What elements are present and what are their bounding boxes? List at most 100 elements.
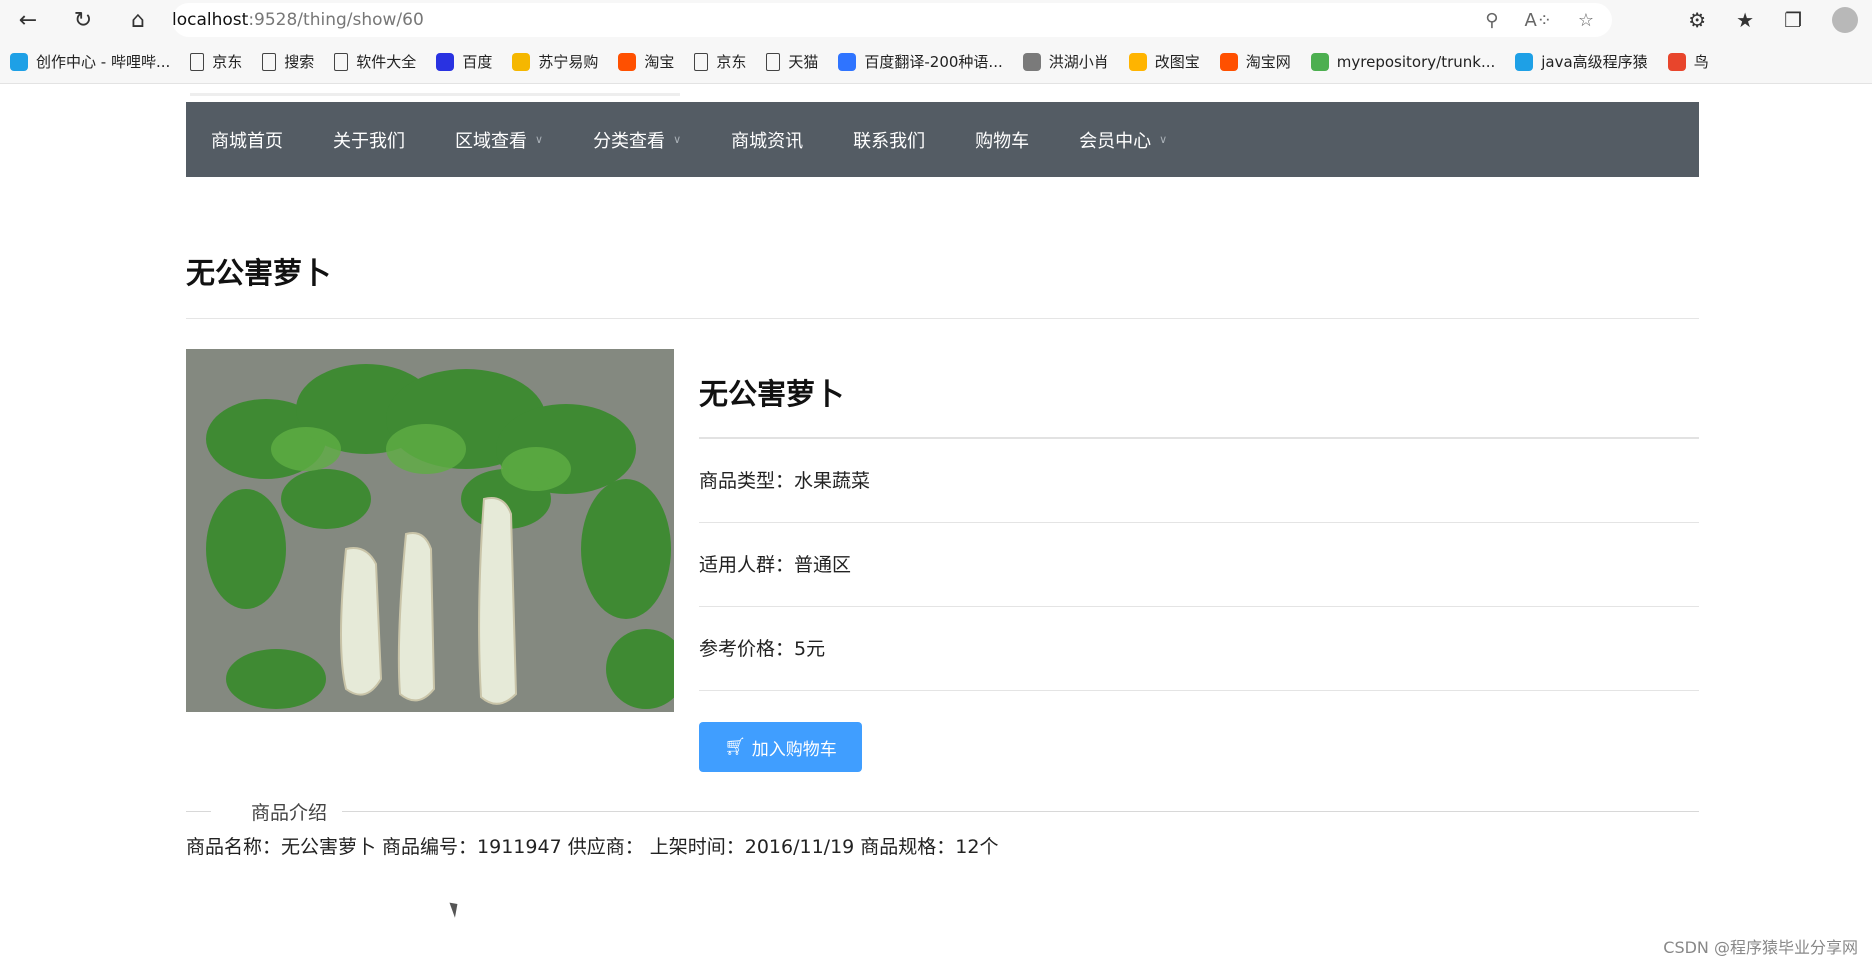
chevron-down-icon: ∨ [673, 133, 682, 146]
product-info-panel: 无公害萝卜 商品类型：水果蔬菜 适用人群：普通区 参考价格：5元 [699, 349, 1699, 691]
bookmark-label: 洪湖小肖 [1048, 53, 1109, 71]
nav-item[interactable]: 联系我们 [828, 102, 950, 177]
bookmark-item[interactable]: 搜索 [262, 51, 314, 72]
nav-item[interactable]: 分类查看 ∨ [568, 102, 706, 177]
product-image [186, 349, 674, 712]
file-icon [334, 52, 349, 71]
bookmark-label: 天猫 [788, 53, 819, 71]
bookmark-item[interactable]: 淘宝网 [1219, 51, 1291, 72]
nav-item[interactable]: 关于我们 [308, 102, 430, 177]
page-content: 商城首页 关于我们 区域查看 ∨ 分类查看 ∨ 商城资讯 联系我们 购物车 会员中心 ∨ 无公害萝卜 [0, 85, 1872, 964]
file-icon [694, 52, 709, 71]
bookmarks-bar: 创作中心 - 哔哩哔... 京东 搜索 软件大全 百度 苏宁易购 淘宝 京东 天猫 百度翻译-20… [0, 40, 1872, 84]
favorites-icon[interactable]: ★ [1736, 8, 1754, 32]
top-divider [190, 93, 680, 96]
bookmark-item[interactable]: 百度 [436, 51, 492, 72]
bookmark-label: 软件大全 [356, 53, 417, 71]
add-to-cart-label: 加入购物车 [751, 739, 837, 760]
bookmark-item[interactable]: 京东 [694, 51, 746, 72]
gaitubao-icon [1128, 52, 1147, 71]
product-price: 参考价格：5元 [699, 607, 1699, 691]
bookmark-label: 百度 [462, 53, 493, 71]
bookmark-label: 京东 [212, 53, 243, 71]
key-icon[interactable]: ⚲ [1485, 10, 1498, 31]
url-path: :9528/thing/show/60 [248, 10, 424, 30]
bookmark-item[interactable]: 改图宝 [1128, 51, 1200, 72]
bilibili-icon [10, 52, 28, 71]
bird-red-icon [1667, 52, 1686, 71]
browser-toolbar: ← ↻ ⌂ ⓘ localhost:9528/thing/show/60 ⚲ A… [0, 0, 1872, 287]
bookmark-item[interactable]: 京东 [190, 51, 242, 72]
nav-item-label: 会员中心 [1079, 130, 1152, 152]
url-host: localhost [172, 10, 249, 30]
cart-icon: 🛒︎ [724, 737, 746, 757]
product-type: 商品类型：水果蔬菜 [699, 439, 1699, 523]
bookmark-label: myrepository/trunk... [1336, 52, 1496, 71]
bookmark-label: 鸟 [1693, 53, 1709, 71]
section-divider: 商品介绍 [186, 798, 1699, 825]
product-description: 商品名称：无公害萝卜 商品编号：1911947 供应商： 上架时间：2016/1… [186, 836, 999, 858]
nav-item[interactable]: 商城资讯 [706, 102, 828, 177]
watermark: CSDN @程序猿毕业分享网 [1663, 938, 1858, 957]
favorite-add-icon[interactable]: ☆ [1578, 10, 1594, 31]
back-icon[interactable]: ← [8, 0, 48, 40]
address-bar[interactable]: ⓘ localhost:9528/thing/show/60 ⚲ A⁘ ☆ [172, 3, 1612, 287]
taobao-icon [1219, 52, 1238, 71]
bookmark-item[interactable]: 苏宁易购 [512, 51, 598, 72]
profile-avatar[interactable] [1832, 7, 1858, 33]
suning-icon [512, 52, 531, 71]
bookmark-item[interactable]: java高级程序猿 [1515, 51, 1648, 72]
title-divider [186, 318, 1699, 319]
bookmark-item[interactable]: 百度翻译-200种语... [838, 51, 1003, 72]
bookmark-item[interactable]: 软件大全 [334, 51, 416, 72]
bird-icon [1022, 52, 1041, 71]
bookmark-label: java高级程序猿 [1541, 53, 1648, 71]
main-nav: 商城首页 关于我们 区域查看 ∨ 分类查看 ∨ 商城资讯 联系我们 购物车 会员中心 ∨ [186, 102, 1699, 177]
file-icon [766, 52, 781, 71]
toolbar-right: ⚙ ★ ❐ [1688, 0, 1872, 40]
bookmark-item[interactable]: 鸟 [1667, 51, 1709, 72]
bookmark-label: 搜索 [284, 53, 315, 71]
nav-item-label: 分类查看 [593, 130, 666, 152]
nav-item-label: 区域查看 [455, 130, 527, 152]
file-icon [262, 52, 277, 71]
radish-illustration [186, 349, 674, 712]
home-icon[interactable]: ⌂ [118, 0, 158, 40]
bookmark-label: 苏宁易购 [538, 53, 599, 71]
product-name: 无公害萝卜 [699, 349, 1699, 439]
bookmark-label: 创作中心 - 哔哩哔... [36, 53, 171, 71]
url-text[interactable]: localhost:9528/thing/show/60 [172, 10, 424, 30]
bookmark-label: 京东 [716, 53, 747, 71]
nav-item[interactable]: 购物车 [950, 102, 1054, 177]
taobao-icon [618, 52, 637, 71]
bookmark-item[interactable]: myrepository/trunk... [1310, 52, 1496, 71]
address-bar-actions: ⚲ A⁘ ☆ [1485, 3, 1594, 37]
chrome-icon [1310, 52, 1329, 71]
file-icon [190, 52, 205, 71]
page-title: 无公害萝卜 [186, 256, 332, 290]
nav-item-label: 商城首页 [211, 130, 283, 152]
nav-item-label: 联系我们 [853, 130, 926, 152]
collections-icon[interactable]: ❐ [1784, 8, 1802, 32]
bookmark-item[interactable]: 创作中心 - 哔哩哔... [10, 51, 170, 72]
divider-line-left [186, 811, 211, 812]
nav-item[interactable]: 会员中心 ∨ [1054, 102, 1192, 177]
nav-item-label: 商城资讯 [731, 130, 804, 152]
bookmark-item[interactable]: 天猫 [766, 51, 818, 72]
bookmark-label: 改图宝 [1154, 53, 1200, 71]
read-aloud-icon[interactable]: A⁘ [1524, 10, 1551, 31]
refresh-icon[interactable]: ↻ [63, 0, 103, 40]
mouse-cursor [449, 900, 462, 918]
bilibili-icon [1515, 52, 1534, 71]
extensions-icon[interactable]: ⚙ [1688, 8, 1706, 32]
nav-item-label: 购物车 [975, 130, 1030, 152]
bookmark-label: 淘宝 [644, 53, 675, 71]
section-label: 商品介绍 [236, 798, 343, 825]
add-to-cart-button[interactable]: 🛒︎ 加入购物车 [699, 722, 862, 772]
nav-item[interactable]: 区域查看 ∨ [430, 102, 568, 177]
bookmark-item[interactable]: 洪湖小肖 [1022, 51, 1109, 72]
nav-item[interactable]: 商城首页 [186, 102, 308, 177]
divider-line-right [340, 811, 1699, 812]
bookmark-item[interactable]: 淘宝 [618, 51, 674, 72]
baidu-paw-icon [436, 52, 455, 71]
